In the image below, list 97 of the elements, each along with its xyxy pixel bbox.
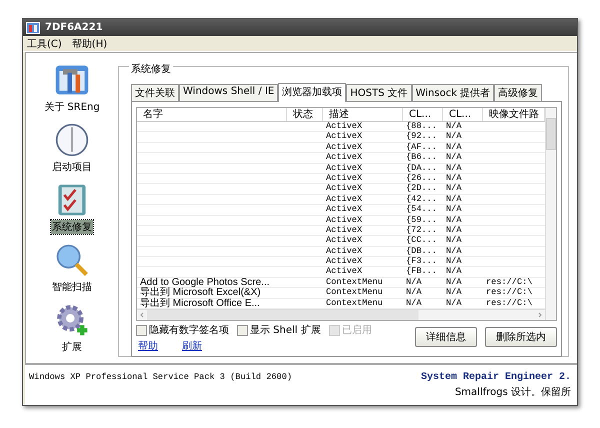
table-cell-text: N/A — [445, 267, 462, 277]
table-cell-text: {42... — [405, 194, 438, 204]
table-cell-text: ActiveX — [325, 132, 364, 142]
table-cell-text: N/A — [445, 288, 462, 298]
table-cell-text: N/A — [445, 205, 462, 215]
table-cell-text: N/A — [445, 142, 462, 152]
column-header[interactable]: 名字 — [137, 108, 287, 121]
sidebar-item[interactable]: 启动项目 — [51, 160, 93, 174]
table-cell-text: res://C:\ — [485, 298, 534, 308]
table-cell-text: ActiveX — [325, 174, 364, 184]
column-header[interactable]: 描述 — [323, 108, 403, 121]
table-cell-text: res://C:\ — [485, 288, 534, 298]
table-cell-text: N/A — [445, 246, 462, 256]
table-cell-text: ActiveX — [325, 122, 364, 132]
table-cell-text: {72... — [405, 226, 438, 236]
horizontal-scrollbar[interactable] — [137, 309, 545, 320]
menu-item[interactable]: 帮助(H) — [72, 36, 108, 50]
table-cell-text: {DB... — [405, 246, 438, 256]
table-cell-text: ContextMenu — [325, 278, 384, 288]
window-title: 7DF6A221 — [45, 22, 103, 33]
column-header[interactable]: CL... — [443, 108, 483, 121]
search-icon[interactable] — [54, 243, 90, 277]
tab[interactable]: Windows Shell / IE — [179, 84, 278, 101]
gear-plus-icon[interactable] — [54, 303, 90, 337]
table-cell-text: ActiveX — [325, 226, 364, 236]
table-cell-text: {59... — [405, 216, 438, 225]
table-cell-text: N/A — [445, 174, 462, 184]
table-cell-text: N/A — [445, 257, 462, 266]
table-cell-text: {88... — [405, 122, 438, 132]
table-cell-text: N/A — [405, 288, 422, 298]
table-cell-text: Add to Google Photos Scre... — [139, 278, 271, 288]
table-cell-text: {26... — [405, 174, 438, 184]
checkbox[interactable] — [136, 324, 147, 336]
checkbox-label[interactable]: 隐藏有数字签名项 — [149, 323, 229, 338]
tab[interactable]: HOSTS 文件 — [346, 84, 412, 101]
menu-item[interactable]: 工具(C) — [27, 36, 62, 50]
table-cell-text: ActiveX — [325, 257, 364, 266]
sidebar-item[interactable]: 系统修复 — [51, 220, 93, 234]
credit-text: Smallfrogs 设计。保留所 — [454, 386, 571, 399]
group-title: 系统修复 — [131, 64, 171, 75]
tab[interactable]: 文件关联 — [131, 84, 179, 101]
sidebar-item[interactable]: 智能扫描 — [51, 280, 93, 294]
column-header[interactable]: CL... — [403, 108, 443, 121]
table-cell-text: res://C:\ — [485, 278, 534, 288]
table-cell-text: ActiveX — [325, 142, 364, 152]
table-cell-text: ActiveX — [325, 205, 364, 215]
table-cell-text: N/A — [445, 226, 462, 236]
table-cell-text: N/A — [445, 298, 462, 308]
clock-icon[interactable] — [54, 123, 90, 157]
table-cell-text: {FB... — [405, 267, 438, 277]
table-cell-text: ContextMenu — [325, 298, 384, 308]
table-cell-text: N/A — [445, 194, 462, 204]
table-cell-text: N/A — [445, 153, 462, 163]
action-button[interactable]: 删除所选内 — [485, 327, 557, 348]
link[interactable]: 刷新 — [182, 339, 202, 354]
link[interactable]: 帮助 — [138, 339, 158, 354]
action-button[interactable]: 详细信息 — [415, 327, 477, 348]
table-cell-text: 导出到 Microsoft Office E... — [139, 298, 261, 308]
table-cell-text: ActiveX — [325, 194, 364, 204]
table-cell-text: {B6... — [405, 153, 438, 163]
os-version: Windows XP Professional Service Pack 3 (Build 2600) — [29, 372, 292, 384]
table-cell-text: N/A — [445, 236, 462, 246]
table-cell-text: N/A — [405, 298, 422, 308]
table-cell-text: ContextMenu — [325, 288, 384, 298]
app-icon — [26, 22, 40, 34]
table-cell-text: ActiveX — [325, 216, 364, 225]
table-cell-text: N/A — [405, 278, 422, 288]
table-cell-text: {54... — [405, 205, 438, 215]
table-cell-text: ActiveX — [325, 153, 364, 163]
table-cell-text: {DA... — [405, 164, 438, 173]
table-cell-text: N/A — [445, 164, 462, 173]
table-cell-text: {CC... — [405, 236, 438, 246]
table-cell-text: {92... — [405, 132, 438, 142]
vertical-scrollbar[interactable] — [545, 108, 556, 320]
table-cell-text: ActiveX — [325, 236, 364, 246]
table-cell-text: N/A — [445, 132, 462, 142]
table-cell-text: N/A — [445, 184, 462, 194]
sidebar-item[interactable]: 关于 SREng — [43, 100, 101, 114]
table-cell-text: N/A — [445, 122, 462, 132]
table-cell-text: {F3... — [405, 257, 438, 266]
table-cell-text: ActiveX — [325, 267, 364, 277]
table-cell-text: N/A — [445, 216, 462, 225]
tab[interactable]: Winsock 提供者 — [412, 84, 494, 101]
table-cell-text: ActiveX — [325, 164, 364, 173]
table-cell-text: N/A — [445, 278, 462, 288]
table-cell-text: ActiveX — [325, 184, 364, 194]
table-cell-text: ActiveX — [325, 246, 364, 256]
table-cell-text: {2D... — [405, 184, 438, 194]
tab[interactable]: 高级修复 — [494, 84, 542, 101]
checkbox-label[interactable]: 显示 Shell 扩展 — [250, 323, 321, 338]
tab[interactable]: 浏览器加载项 — [278, 83, 346, 102]
table-cell-text: 导出到 Microsoft Excel(&X) — [139, 288, 262, 298]
table-cell-text: {AF... — [405, 142, 438, 152]
sidebar-item[interactable]: 扩展 — [61, 340, 83, 354]
checkbox[interactable] — [237, 324, 248, 336]
column-header[interactable]: 状态 — [287, 108, 323, 121]
product-name: System Repair Engineer 2. — [420, 372, 571, 383]
